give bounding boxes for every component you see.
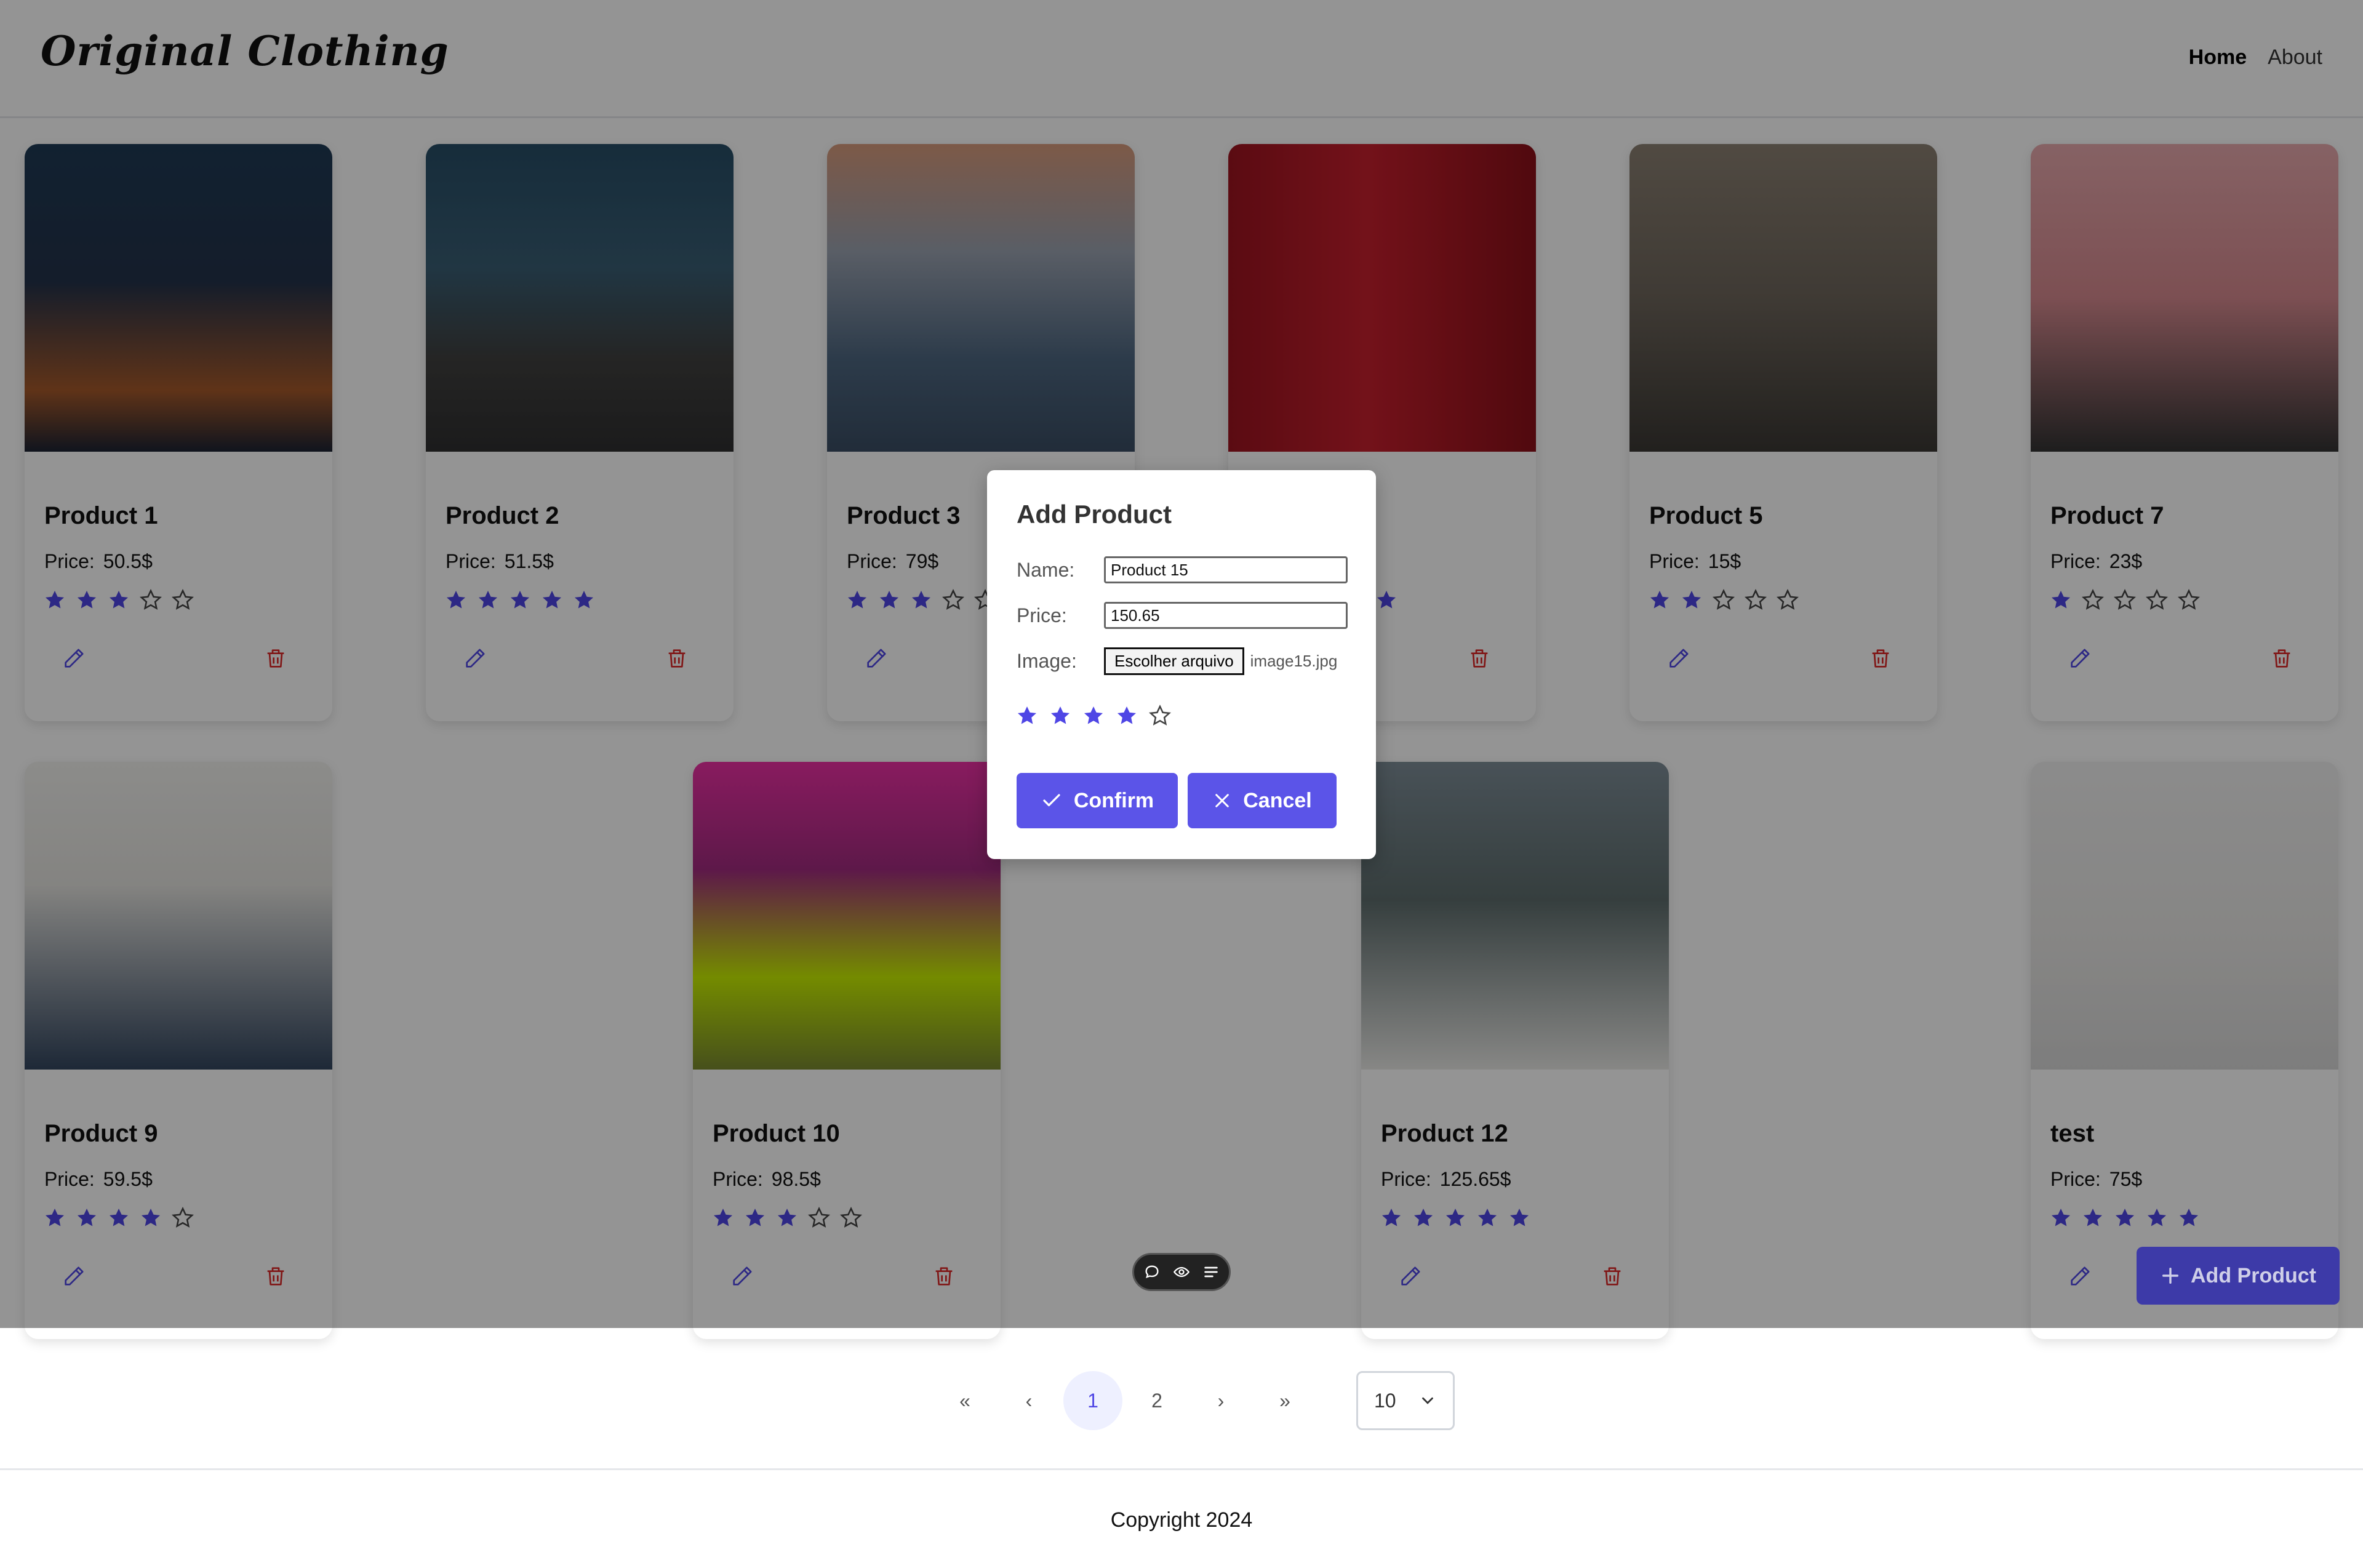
- first-page-button[interactable]: «: [935, 1371, 994, 1430]
- page-1-button[interactable]: 1: [1063, 1371, 1122, 1430]
- prev-page-button[interactable]: ‹: [999, 1371, 1058, 1430]
- comment-icon[interactable]: [1143, 1263, 1161, 1281]
- name-label: Name:: [1017, 558, 1075, 581]
- image-row: Image: Escolher arquivo image15.jpg: [1017, 647, 1337, 675]
- image-label: Image:: [1017, 650, 1077, 672]
- add-product-button[interactable]: Add Product: [2137, 1247, 2340, 1305]
- copyright-text: Copyright 2024: [1110, 1508, 1253, 1532]
- star-filled-icon[interactable]: [1049, 704, 1072, 727]
- page-size-select[interactable]: 10: [1356, 1371, 1455, 1430]
- list-icon[interactable]: [1202, 1263, 1220, 1281]
- confirm-label: Confirm: [1073, 788, 1154, 812]
- name-input[interactable]: [1104, 556, 1348, 583]
- floating-toolbar: [1132, 1253, 1231, 1291]
- name-row: Name:: [1017, 556, 1348, 583]
- page-size-value: 10: [1374, 1389, 1396, 1412]
- check-icon: [1043, 794, 1060, 807]
- pagination: « ‹ 1 2 › » 10: [935, 1371, 1455, 1430]
- next-page-button[interactable]: ›: [1191, 1371, 1250, 1430]
- eye-icon[interactable]: [1173, 1263, 1190, 1281]
- cancel-label: Cancel: [1243, 788, 1312, 812]
- close-icon: [1215, 794, 1229, 807]
- modal-title: Add Product: [1017, 500, 1172, 529]
- price-label: Price:: [1017, 604, 1067, 626]
- rating-input: [1015, 704, 1172, 727]
- cancel-button[interactable]: Cancel: [1188, 773, 1337, 828]
- page-2-button[interactable]: 2: [1127, 1371, 1186, 1430]
- price-input[interactable]: [1104, 602, 1348, 629]
- plus-icon: [2162, 1267, 2179, 1284]
- star-filled-icon[interactable]: [1082, 704, 1105, 727]
- last-page-button[interactable]: »: [1255, 1371, 1314, 1430]
- add-product-modal: Add Product Name: Price: Image: Escolher…: [987, 470, 1376, 859]
- price-row: Price:: [1017, 602, 1348, 629]
- chevron-down-icon: [1422, 1397, 1433, 1404]
- star-filled-icon[interactable]: [1115, 704, 1138, 727]
- file-name: image15.jpg: [1250, 652, 1338, 670]
- star-filled-icon[interactable]: [1015, 704, 1039, 727]
- footer: Copyright 2024: [0, 1468, 2363, 1568]
- add-product-label: Add Product: [2191, 1263, 2316, 1287]
- choose-file-button[interactable]: Escolher arquivo: [1104, 647, 1244, 675]
- confirm-button[interactable]: Confirm: [1017, 773, 1178, 828]
- star-empty-icon[interactable]: [1148, 704, 1172, 727]
